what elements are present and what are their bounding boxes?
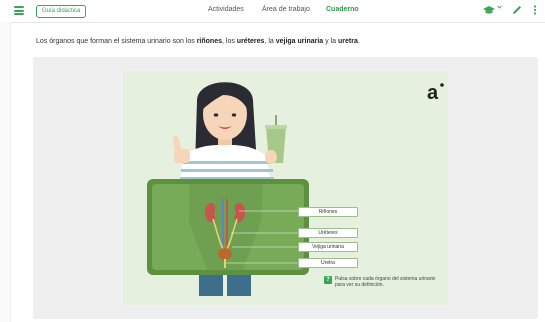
menu-icon[interactable] xyxy=(14,6,24,15)
red-vessel xyxy=(226,199,228,251)
prompt-kidneys: riñones xyxy=(196,38,222,45)
brand-logo: a xyxy=(427,82,444,104)
thumbs-up-hand xyxy=(173,136,190,163)
prompt-text: , los xyxy=(222,38,237,45)
cup-hand xyxy=(265,150,277,164)
prompt-bladder: vejiga urinaria xyxy=(275,38,324,45)
urinary-system-illustration: a xyxy=(147,82,444,296)
activity-prompt: Los órganos que forman el sistema urinar… xyxy=(36,38,360,45)
tab-notebook[interactable]: Cuaderno xyxy=(326,6,359,13)
teaching-guide-button[interactable]: Guía didáctica xyxy=(36,5,87,18)
label-urethra[interactable]: Uretra xyxy=(298,258,358,268)
label-kidneys[interactable]: Riñones xyxy=(298,207,358,217)
label-bladder[interactable]: Vejiga urinaria xyxy=(298,242,358,252)
urethra[interactable] xyxy=(224,259,226,268)
prompt-urethra: uretra xyxy=(338,38,358,45)
more-options-icon[interactable] xyxy=(529,4,541,16)
chevron-down-icon[interactable] xyxy=(497,5,502,9)
right-eye xyxy=(231,113,237,117)
hint-text: Pulsa sobre cada órgano del sistema urin… xyxy=(335,276,436,288)
tab-activities[interactable]: Actividades xyxy=(208,6,244,13)
logo-glyph: a xyxy=(427,82,439,104)
cup-lid xyxy=(265,125,287,129)
left-rail xyxy=(0,22,11,322)
help-icon: ? xyxy=(324,276,332,284)
prompt-text: Los órganos que forman el sistema urinar… xyxy=(36,38,197,45)
shirt-stripes xyxy=(180,161,274,180)
prompt-ureters: uréteres xyxy=(236,38,265,45)
tab-workspace[interactable]: Área de trabajo xyxy=(262,6,310,13)
pencil-icon[interactable] xyxy=(511,4,523,16)
prompt-text: . xyxy=(357,38,360,45)
left-eye xyxy=(213,113,219,117)
prompt-text: y la xyxy=(323,38,338,45)
prompt-text: , la xyxy=(264,38,276,45)
graduation-cap-icon[interactable] xyxy=(483,4,495,16)
label-ureters[interactable]: Uréteres xyxy=(298,228,358,238)
blue-vessel xyxy=(222,199,224,251)
top-bar: Guía didáctica Actividades Área de traba… xyxy=(0,0,545,23)
bladder[interactable] xyxy=(218,248,232,260)
